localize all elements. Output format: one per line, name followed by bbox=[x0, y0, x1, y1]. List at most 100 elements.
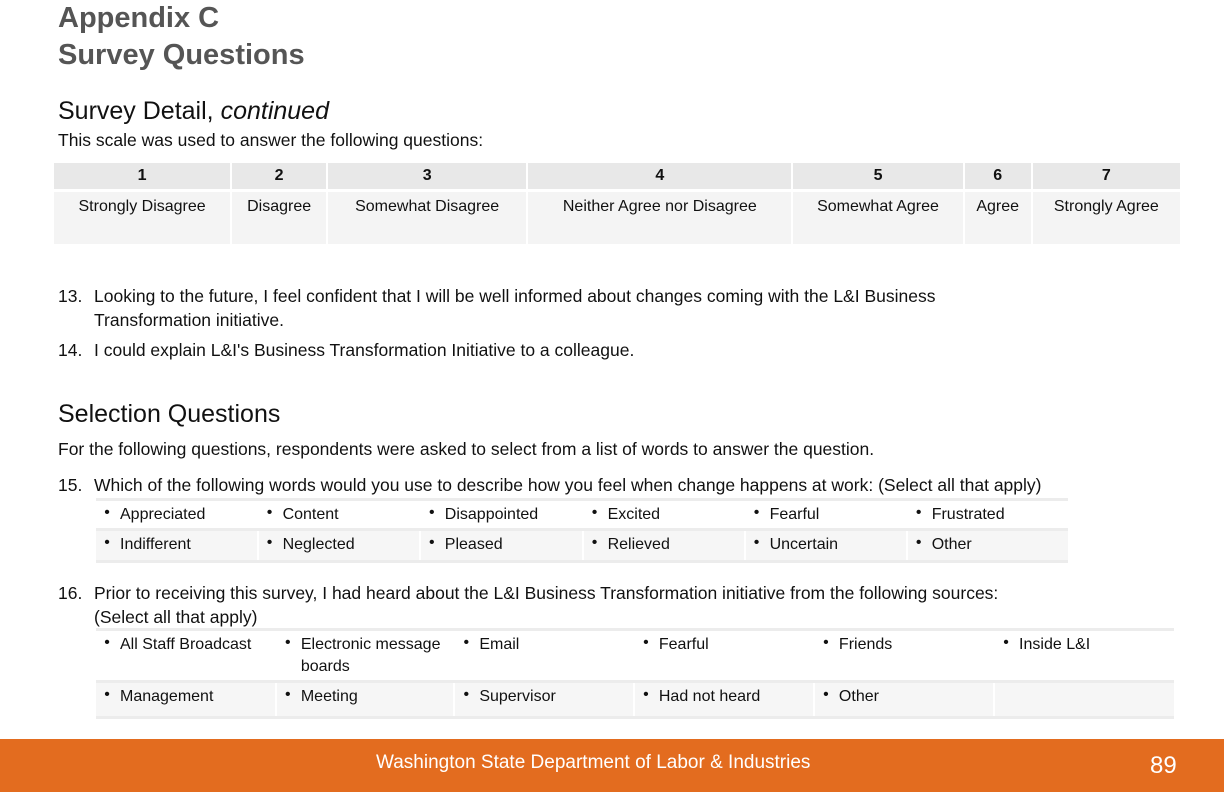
q16-options: • All Staff Broadcast • Electronic message … bbox=[96, 628, 1174, 719]
option-label: Other bbox=[838, 688, 879, 705]
question-13: 13. Looking to the future, I feel confide… bbox=[58, 284, 935, 332]
option-label: Email bbox=[479, 636, 520, 653]
option-item: • Pleased bbox=[418, 528, 583, 563]
scale-value: 2 bbox=[232, 163, 327, 192]
question-number: 13. bbox=[58, 286, 83, 306]
bullet-icon: • bbox=[463, 686, 470, 703]
scale-intro: This scale was used to answer the follow… bbox=[58, 130, 484, 150]
scale-label: Strongly Disagree bbox=[54, 192, 231, 244]
bullet-icon: • bbox=[104, 686, 110, 703]
bullet-icon: • bbox=[104, 534, 110, 551]
option-item: • Inside L&I bbox=[993, 628, 1174, 682]
scale-label-row: Strongly Disagree Disagree Somewhat Disagr… bbox=[54, 192, 1180, 244]
bullet-icon: • bbox=[285, 686, 291, 703]
scale-label: Strongly Agree bbox=[1032, 192, 1180, 244]
bullet-icon: • bbox=[1003, 634, 1009, 651]
option-item: • Other bbox=[812, 680, 995, 719]
selection-heading: Selection Questions bbox=[58, 400, 281, 428]
option-row: • Indifferent • Neglected • Pleased • Relieved •… bbox=[96, 528, 1068, 563]
bullet-icon: • bbox=[753, 534, 760, 551]
option-row: • All Staff Broadcast • Electronic message … bbox=[96, 628, 1174, 682]
option-item: • Content bbox=[256, 498, 420, 530]
scale-value: 7 bbox=[1032, 163, 1180, 192]
option-label: Pleased bbox=[444, 536, 503, 553]
option-item: • Disappointed bbox=[418, 498, 583, 530]
option-item: • Meeting bbox=[274, 680, 455, 719]
option-item: • Had not heard bbox=[632, 680, 814, 719]
empty-cell bbox=[993, 680, 1174, 719]
option-item: • All Staff Broadcast bbox=[96, 628, 276, 682]
bullet-icon: • bbox=[428, 534, 435, 551]
option-item: • Frustrated bbox=[905, 498, 1068, 530]
option-label: Meeting bbox=[300, 688, 358, 705]
heading-text: Survey Detail, bbox=[58, 97, 221, 125]
option-label: Relieved bbox=[607, 536, 670, 553]
bullet-icon: • bbox=[823, 686, 829, 703]
appendix-title: Appendix C Survey Questions bbox=[58, 0, 305, 74]
scale-value: 3 bbox=[328, 163, 527, 192]
option-label: Frustrated bbox=[931, 506, 1005, 523]
bullet-icon: • bbox=[591, 504, 598, 521]
option-label: Excited bbox=[607, 506, 661, 523]
option-item: • Neglected bbox=[256, 528, 420, 563]
bullet-icon: • bbox=[915, 534, 922, 551]
option-item: • Relieved bbox=[581, 528, 745, 563]
scale-label: Somewhat Disagree bbox=[328, 192, 527, 244]
bullet-icon: • bbox=[823, 634, 829, 651]
question-number: 16. bbox=[58, 583, 83, 603]
option-item: • Electronic message boards bbox=[274, 628, 455, 682]
scale-value: 5 bbox=[793, 163, 963, 192]
option-item: • Uncertain bbox=[743, 528, 907, 563]
page-title: Survey Questions bbox=[58, 39, 305, 71]
bullet-icon: • bbox=[753, 504, 760, 521]
option-label: Electronic message boards bbox=[300, 636, 441, 675]
question-text-cont: Transformation initiative. bbox=[94, 310, 284, 330]
scale-number-row: 1234567 bbox=[54, 163, 1180, 192]
option-label: Supervisor bbox=[479, 688, 556, 705]
bullet-icon: • bbox=[104, 634, 110, 651]
scale-value: 4 bbox=[528, 163, 792, 192]
footer-organization: Washington State Department of Labor & I… bbox=[376, 752, 811, 773]
question-16: 16. Prior to receiving this survey, I had… bbox=[58, 581, 998, 629]
option-label: Friends bbox=[838, 636, 893, 653]
option-item: • Other bbox=[905, 528, 1068, 563]
option-item: • Email bbox=[453, 628, 634, 682]
option-item: • Supervisor bbox=[453, 680, 634, 719]
scale-table: 1234567 Strongly Disagree Disagree Somewha… bbox=[52, 163, 1182, 244]
bullet-icon: • bbox=[463, 634, 470, 651]
bullet-icon: • bbox=[643, 634, 649, 651]
option-item: • Indifferent bbox=[96, 528, 258, 563]
question-15: 15. Which of the following words would yo… bbox=[58, 473, 1041, 497]
option-label: Appreciated bbox=[120, 506, 206, 523]
appendix-label: Appendix C bbox=[58, 2, 220, 34]
heading-italic: continued bbox=[220, 97, 329, 125]
option-item: • Fearful bbox=[743, 498, 907, 530]
option-item: • Excited bbox=[581, 498, 745, 530]
scale-value: 1 bbox=[54, 163, 231, 192]
option-label: Disappointed bbox=[444, 506, 539, 523]
bullet-icon: • bbox=[643, 686, 649, 703]
option-label: Fearful bbox=[658, 636, 709, 653]
page-number: 89 bbox=[1150, 752, 1177, 779]
option-label: Inside L&I bbox=[1019, 636, 1091, 653]
question-text: Which of the following words would you u… bbox=[94, 475, 1042, 495]
question-text: Prior to receiving this survey, I had he… bbox=[94, 583, 999, 603]
option-item: • Fearful bbox=[632, 628, 814, 682]
scale-label: Disagree bbox=[232, 192, 327, 244]
option-label: Neglected bbox=[282, 536, 355, 553]
bullet-icon: • bbox=[266, 534, 273, 551]
bullet-icon: • bbox=[266, 504, 273, 521]
option-item: • Friends bbox=[812, 628, 995, 682]
scale-label: Agree bbox=[964, 192, 1031, 244]
option-label: Uncertain bbox=[769, 536, 839, 553]
scale-label: Somewhat Agree bbox=[793, 192, 963, 244]
bullet-icon: • bbox=[591, 534, 598, 551]
question-text-cont: (Select all that apply) bbox=[94, 607, 258, 627]
question-text: Looking to the future, I feel confident … bbox=[94, 286, 936, 306]
question-number: 14. bbox=[58, 340, 83, 360]
question-number: 15. bbox=[58, 475, 83, 495]
bullet-icon: • bbox=[428, 504, 435, 521]
bullet-icon: • bbox=[285, 634, 291, 651]
q15-options: • Appreciated • Content • Disappointed • Excite… bbox=[96, 498, 1068, 563]
question-text: I could explain L&I's Business Transform… bbox=[94, 340, 635, 360]
